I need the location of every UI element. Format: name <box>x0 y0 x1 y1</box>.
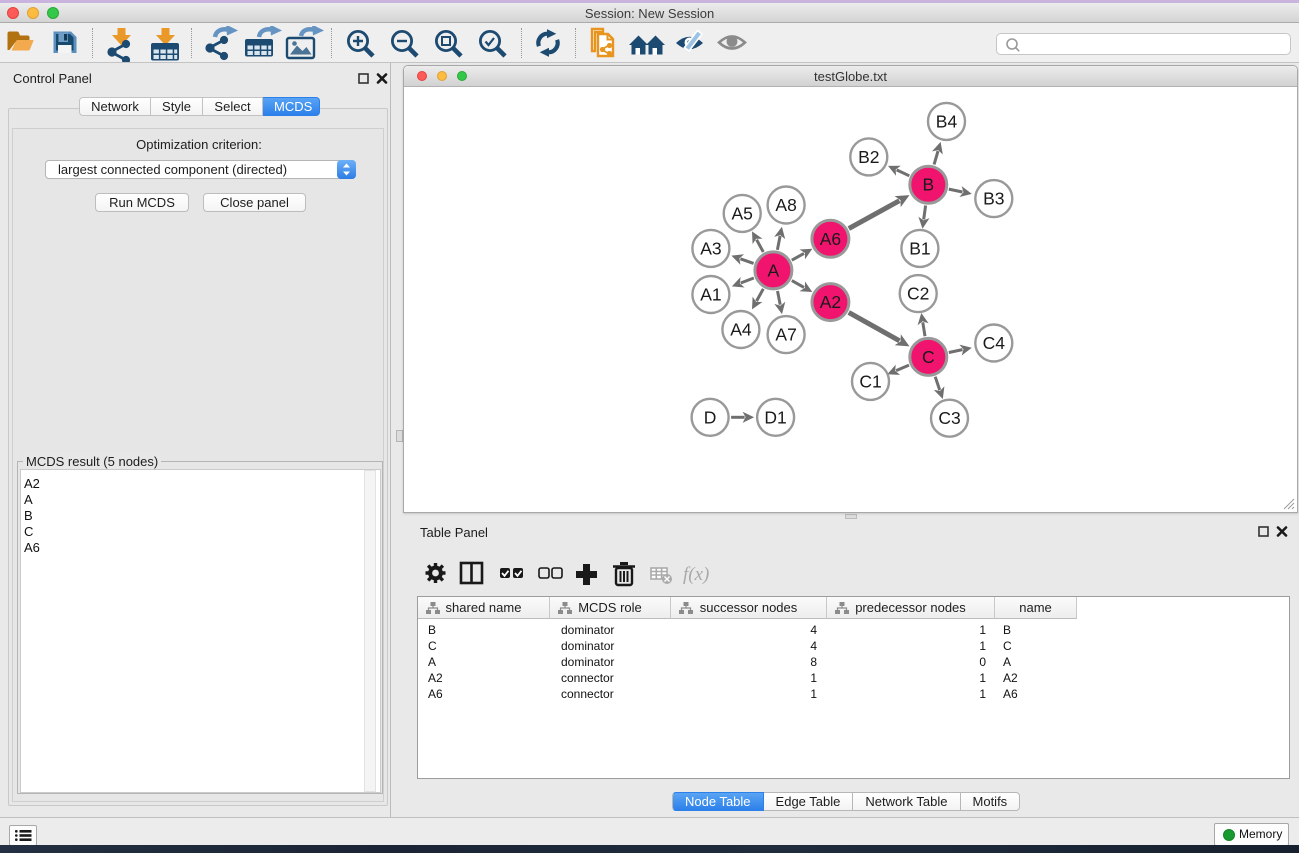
svg-text:A1: A1 <box>700 285 721 305</box>
svg-text:A7: A7 <box>775 325 796 345</box>
svg-text:A: A <box>768 260 780 280</box>
svg-text:A2: A2 <box>820 292 841 312</box>
svg-text:A8: A8 <box>775 195 796 215</box>
svg-text:B1: B1 <box>909 238 930 258</box>
svg-text:C1: C1 <box>859 371 881 391</box>
svg-text:C: C <box>922 347 935 367</box>
svg-text:A3: A3 <box>700 238 721 258</box>
svg-text:D1: D1 <box>764 407 786 427</box>
svg-text:B4: B4 <box>936 111 958 131</box>
svg-text:D: D <box>704 407 717 427</box>
svg-text:B2: B2 <box>858 147 879 167</box>
svg-text:C3: C3 <box>938 408 960 428</box>
svg-text:B: B <box>922 175 934 195</box>
svg-text:A4: A4 <box>730 320 752 340</box>
svg-text:C2: C2 <box>907 284 929 304</box>
svg-text:B3: B3 <box>983 189 1004 209</box>
svg-text:A6: A6 <box>820 229 841 249</box>
svg-text:C4: C4 <box>983 333 1006 353</box>
svg-text:f(x): f(x) <box>683 564 709 585</box>
svg-text:A5: A5 <box>731 203 752 223</box>
